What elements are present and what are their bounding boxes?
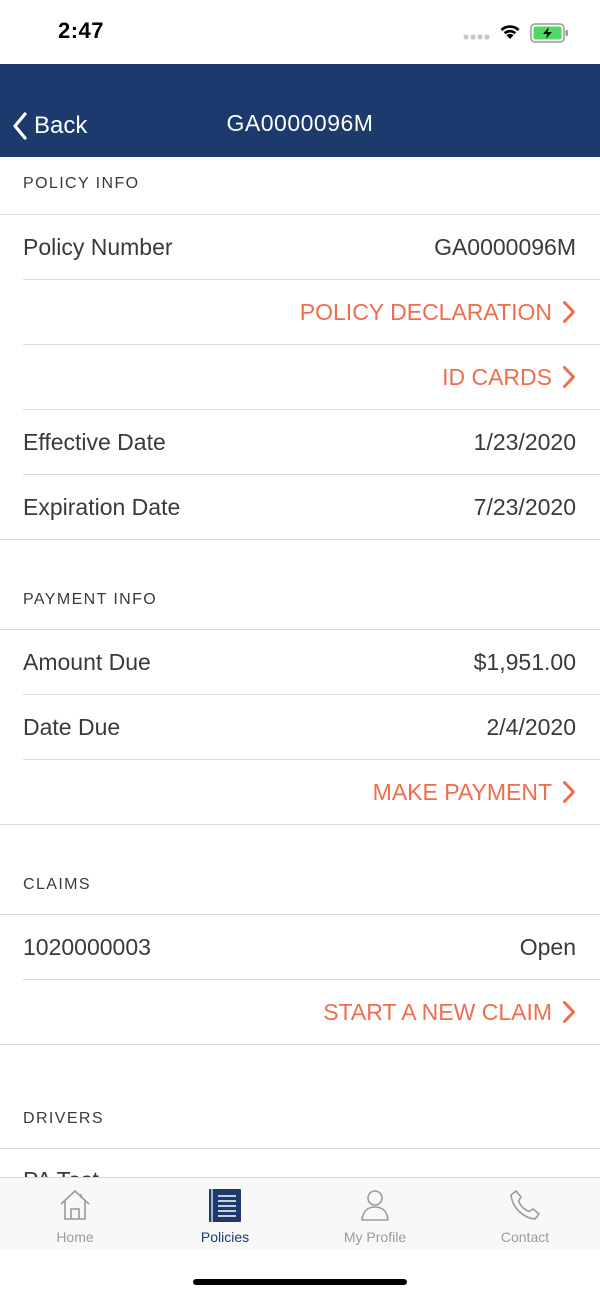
effective-date-label: Effective Date [23, 428, 166, 455]
battery-icon [530, 23, 568, 43]
phone-icon [510, 1190, 540, 1220]
start-new-claim-link[interactable]: START A NEW CLAIM [0, 980, 600, 1045]
amount-due-row: Amount Due $1,951.00 [23, 630, 600, 695]
claim-status: Open [519, 933, 576, 960]
policies-icon [209, 1189, 241, 1222]
home-indicator[interactable] [193, 1279, 407, 1285]
tab-home-label: Home [56, 1229, 94, 1245]
policy-declaration-link[interactable]: POLICY DECLARATION [23, 280, 600, 345]
profile-icon [361, 1190, 389, 1221]
home-icon [60, 1190, 90, 1220]
tab-my-profile-label: My Profile [343, 1229, 407, 1245]
chevron-right-icon [563, 301, 575, 323]
tab-policies[interactable]: Policies [150, 1178, 300, 1249]
driver-name: PA Test [23, 1167, 99, 1177]
tab-contact-label: Contact [500, 1229, 550, 1245]
chevron-right-icon [563, 366, 575, 388]
chevron-right-icon [563, 781, 575, 803]
amount-due-value: $1,951.00 [473, 648, 576, 675]
tab-contact[interactable]: Contact [450, 1178, 600, 1249]
page-title: GA0000096M [226, 110, 374, 136]
id-cards-link[interactable]: ID CARDS [23, 345, 600, 410]
claim-number: 1020000003 [23, 933, 151, 960]
section-header-policy-info: POLICY INFO [0, 157, 600, 215]
chevron-right-icon [563, 1001, 575, 1023]
policy-detail-content[interactable]: POLICY INFO Policy Number GA0000096M POL… [0, 157, 600, 1177]
start-new-claim-label: START A NEW CLAIM [323, 998, 552, 1025]
driver-row[interactable]: PA Test [23, 1149, 600, 1177]
date-due-label: Date Due [23, 713, 121, 740]
date-due-row: Date Due 2/4/2020 [23, 695, 600, 760]
wifi-icon [500, 25, 520, 39]
amount-due-label: Amount Due [23, 648, 151, 675]
expiration-date-value: 7/23/2020 [473, 493, 576, 520]
section-header-payment-info: PAYMENT INFO [0, 540, 600, 630]
effective-date-value: 1/23/2020 [473, 428, 576, 455]
make-payment-label: MAKE PAYMENT [372, 778, 552, 805]
tab-bar: Home Policies My Profile Contact [0, 1177, 600, 1249]
id-cards-label: ID CARDS [442, 363, 552, 390]
tab-policies-label: Policies [200, 1229, 250, 1245]
claim-row[interactable]: 1020000003 Open [23, 915, 600, 980]
tab-home[interactable]: Home [0, 1178, 150, 1249]
status-bar: 2:47 [0, 0, 600, 64]
make-payment-link[interactable]: MAKE PAYMENT [0, 760, 600, 825]
tab-my-profile[interactable]: My Profile [300, 1178, 450, 1249]
expiration-date-row: Expiration Date 7/23/2020 [0, 475, 600, 540]
section-header-claims: CLAIMS [0, 825, 600, 915]
policy-number-row: Policy Number GA0000096M [23, 215, 600, 280]
expiration-date-label: Expiration Date [23, 493, 181, 520]
effective-date-row: Effective Date 1/23/2020 [23, 410, 600, 475]
cellular-signal-icon [463, 34, 490, 40]
home-indicator-area [0, 1249, 600, 1299]
date-due-value: 2/4/2020 [486, 713, 576, 740]
policy-number-label: Policy Number [23, 233, 173, 260]
policy-number-value: GA0000096M [434, 233, 576, 260]
section-header-drivers: DRIVERS [0, 1045, 600, 1149]
policy-declaration-label: POLICY DECLARATION [299, 298, 552, 325]
status-time: 2:47 [58, 18, 105, 43]
